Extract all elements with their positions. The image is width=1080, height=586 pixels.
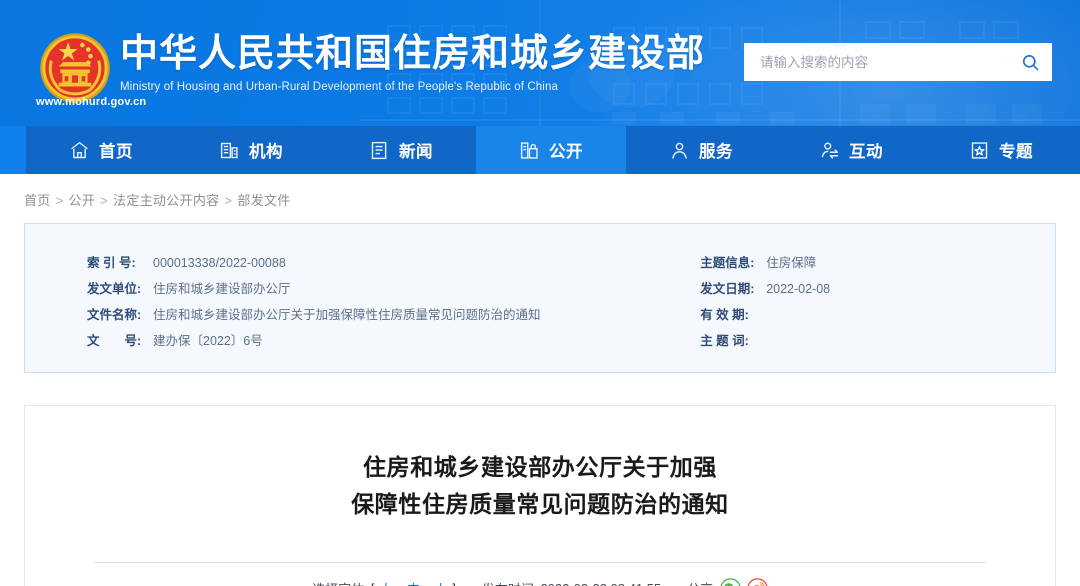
breadcrumb-separator: >	[219, 193, 237, 208]
metadata-row: 文 号:建办保〔2022〕6号	[87, 328, 684, 354]
site-url: www.mohurd.gov.cn	[36, 96, 146, 108]
home-icon	[69, 140, 90, 161]
site-header: 中华人民共和国住房和城乡建设部 Ministry of Housing and …	[0, 0, 1080, 126]
metadata-value: 住房和城乡建设部办公厅关于加强保障性住房质量常见问题防治的通知	[153, 308, 541, 322]
search-box[interactable]	[744, 43, 1052, 81]
site-title-en: Ministry of Housing and Urban-Rural Deve…	[120, 81, 705, 93]
nav-item-label: 互动	[849, 138, 883, 162]
page-title: 住房和城乡建设部办公厅关于加强 保障性住房质量常见问题防治的通知	[85, 450, 995, 524]
nav-item-新闻[interactable]: 新闻	[326, 126, 476, 174]
nav-item-label: 公开	[549, 138, 583, 162]
metadata-key: 文件名称:	[87, 302, 153, 328]
person-service-icon	[669, 140, 690, 161]
font-size-large-button[interactable]: 大	[377, 579, 394, 586]
document-toolbar: 选择字体: [ 大 - 中 - 小 ] 发布时间: 2022-02-22 08:…	[85, 563, 995, 586]
person-service-icon	[669, 140, 690, 161]
metadata-value: 住房保障	[766, 256, 816, 270]
nav-item-label: 专题	[999, 138, 1033, 162]
metadata-left-column: 索 引 号:000013338/2022-00088发文单位:住房和城乡建设部办…	[25, 250, 684, 354]
breadcrumb-item-3[interactable]: 法定主动公开内容	[113, 193, 219, 208]
search-input[interactable]	[744, 43, 1008, 81]
metadata-key: 主 题 词:	[700, 328, 766, 354]
nav-item-机构[interactable]: 机构	[176, 126, 326, 174]
document-panel: 住房和城乡建设部办公厅关于加强 保障性住房质量常见问题防治的通知 选择字体: […	[24, 405, 1056, 586]
metadata-row: 索 引 号:000013338/2022-00088	[87, 250, 684, 276]
metadata-row: 文件名称:住房和城乡建设部办公厅关于加强保障性住房质量常见问题防治的通知	[87, 302, 684, 328]
font-size-selector: 选择字体: [ 大 - 中 - 小 ]	[312, 579, 456, 586]
search-button[interactable]	[1008, 43, 1052, 81]
site-title-cn: 中华人民共和国住房和城乡建设部	[120, 30, 705, 76]
nav-item-首页[interactable]: 首页	[26, 126, 176, 174]
metadata-key: 索 引 号:	[87, 250, 153, 276]
page-title-line-2: 保障性住房质量常见问题防治的通知	[85, 487, 995, 524]
metadata-value: 住房和城乡建设部办公厅	[153, 282, 291, 296]
metadata-key: 有 效 期:	[700, 302, 766, 328]
breadcrumb-item-2[interactable]: 公开	[69, 193, 96, 208]
breadcrumb-item-1[interactable]: 首页	[24, 193, 51, 208]
metadata-key: 主题信息:	[700, 250, 766, 276]
metadata-key: 发文单位:	[87, 276, 153, 302]
star-topic-icon	[969, 140, 990, 161]
nav-item-label: 首页	[99, 138, 133, 162]
nav-item-公开[interactable]: 公开	[476, 126, 626, 174]
open-disclosure-icon	[519, 140, 540, 161]
interaction-icon	[819, 140, 840, 161]
star-topic-icon	[969, 140, 990, 161]
publish-time-value: 2022-02-22 08:41:55	[540, 581, 661, 586]
metadata-key: 发文日期:	[700, 276, 766, 302]
news-document-icon	[369, 140, 390, 161]
nav-item-专题[interactable]: 专题	[926, 126, 1076, 174]
page-body: 首页>公开>法定主动公开内容>部发文件 索 引 号:000013338/2022…	[0, 174, 1080, 586]
breadcrumb-separator: >	[51, 193, 69, 208]
building-icon	[219, 140, 240, 161]
weibo-share-icon[interactable]	[747, 578, 768, 586]
wechat-share-icon[interactable]	[720, 578, 741, 586]
national-emblem-icon	[38, 31, 112, 105]
search-icon	[1021, 53, 1040, 72]
open-disclosure-icon	[519, 140, 540, 161]
metadata-row: 主 题 词:	[700, 328, 1055, 354]
page-title-line-1: 住房和城乡建设部办公厅关于加强	[85, 450, 995, 487]
font-dash-2: -	[425, 581, 429, 586]
nav-item-label: 机构	[249, 138, 283, 162]
font-size-label: 选择字体:	[312, 579, 368, 586]
metadata-row: 发文单位:住房和城乡建设部办公厅	[87, 276, 684, 302]
publish-time-group: 发布时间: 2022-02-22 08:41:55	[482, 579, 661, 586]
share-icons	[720, 578, 768, 586]
metadata-row: 发文日期:2022-02-08	[700, 276, 1055, 302]
metadata-value: 2022-02-08	[766, 282, 830, 296]
site-title-block: 中华人民共和国住房和城乡建设部 Ministry of Housing and …	[120, 30, 705, 93]
bracket-open: [	[371, 581, 375, 586]
breadcrumb-separator: >	[95, 193, 113, 208]
news-document-icon	[369, 140, 390, 161]
nav-item-label: 服务	[699, 138, 733, 162]
metadata-key: 文 号:	[87, 328, 153, 354]
metadata-row: 有 效 期:	[700, 302, 1055, 328]
publish-time-label: 发布时间:	[482, 579, 538, 586]
metadata-row: 主题信息:住房保障	[700, 250, 1055, 276]
share-label: 分享:	[687, 579, 717, 586]
breadcrumb: 首页>公开>法定主动公开内容>部发文件	[0, 174, 1080, 223]
metadata-value: 建办保〔2022〕6号	[153, 334, 263, 348]
home-icon	[69, 140, 90, 161]
interaction-icon	[819, 140, 840, 161]
metadata-right-column: 主题信息:住房保障发文日期:2022-02-08有 效 期:主 题 词:	[684, 250, 1055, 354]
document-metadata-panel: 索 引 号:000013338/2022-00088发文单位:住房和城乡建设部办…	[24, 223, 1056, 373]
font-dash-1: -	[397, 581, 401, 586]
nav-item-label: 新闻	[399, 138, 433, 162]
metadata-value: 000013338/2022-00088	[153, 256, 286, 270]
font-size-medium-button[interactable]: 中	[405, 579, 422, 586]
share-group: 分享:	[687, 578, 768, 586]
bracket-close: ]	[452, 581, 456, 586]
font-size-small-button[interactable]: 小	[432, 579, 449, 586]
nav-item-服务[interactable]: 服务	[626, 126, 776, 174]
breadcrumb-item-4[interactable]: 部发文件	[237, 193, 290, 208]
main-navigation: 首页 机构 新闻 公开 服务 互动 专题	[0, 126, 1080, 174]
building-icon	[219, 140, 240, 161]
nav-item-互动[interactable]: 互动	[776, 126, 926, 174]
